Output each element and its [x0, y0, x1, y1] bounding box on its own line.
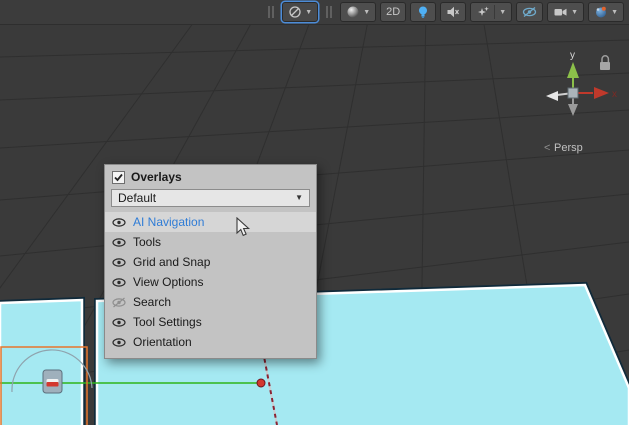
gizmo-y-axis-cone [567, 62, 579, 78]
projection-text: Persp [554, 142, 583, 154]
overlay-item-label: Tool Settings [133, 315, 202, 329]
scene-view-toolbar: ▼ ▼ 2D [0, 0, 629, 25]
shaded-sphere-icon [346, 5, 360, 19]
overlay-preset-value: Default [118, 191, 156, 205]
gizmo-center-cube [568, 88, 578, 98]
lighting-toggle-button[interactable] [410, 2, 436, 22]
overlay-item-label: Grid and Snap [133, 255, 210, 269]
2d-toggle-button[interactable]: 2D [380, 2, 406, 22]
chevron-down-icon: ▼ [295, 194, 303, 202]
overlay-item-ai-navigation[interactable]: AI Navigation [105, 212, 316, 232]
gizmo-orb-icon [594, 5, 608, 19]
gizmo-y-label: y [570, 50, 575, 61]
button-divider [494, 5, 495, 19]
unity-scene-view: y x < Persp ▼ [0, 0, 629, 425]
overlay-item-view-options[interactable]: View Options [105, 272, 316, 292]
overlay-item-grid-and-snap[interactable]: Grid and Snap [105, 252, 316, 272]
overlays-menu-title: Overlays [131, 170, 182, 184]
overlays-popup-menu: Overlays Default ▼ AI Navigation Tools [104, 164, 317, 359]
eye-visible-icon [112, 317, 126, 328]
overlay-item-tools[interactable]: Tools [105, 232, 316, 252]
eye-crossed-icon [522, 5, 537, 19]
eye-hidden-icon [112, 297, 126, 308]
overlay-compass-icon [288, 5, 302, 19]
gizmo-left-cone [546, 91, 558, 101]
fx-sparkle-icon [476, 5, 490, 19]
projection-label[interactable]: < Persp [544, 142, 583, 154]
toolbar-drag-handle[interactable] [268, 6, 274, 18]
speaker-muted-icon [446, 5, 460, 19]
light-bulb-icon [416, 5, 430, 19]
mouse-cursor [236, 217, 252, 238]
overlay-item-tool-settings[interactable]: Tool Settings [105, 312, 316, 332]
eye-visible-icon [112, 217, 126, 228]
chevron-down-icon: ▼ [499, 9, 506, 16]
audio-toggle-button[interactable] [440, 2, 466, 22]
draw-mode-dropdown-button[interactable]: ▼ [340, 2, 376, 22]
waypoint-dot[interactable] [257, 379, 265, 387]
overlay-item-label: Tools [133, 235, 161, 249]
gizmo-x-label: x [612, 89, 617, 100]
2d-toggle-label: 2D [386, 6, 400, 18]
object-gizmo-icon[interactable] [43, 370, 62, 393]
overlay-item-label: Search [133, 295, 171, 309]
projection-arrow: < [544, 142, 550, 154]
gizmo-x-axis-cone [594, 87, 609, 99]
orientation-gizmo[interactable]: y x [546, 50, 617, 116]
eye-visible-icon [112, 337, 126, 348]
overlay-item-label: View Options [133, 275, 203, 289]
room-left[interactable] [0, 300, 82, 425]
camera-icon [553, 5, 568, 19]
gizmo-down-cone [568, 104, 578, 116]
overlay-preset-dropdown[interactable]: Default ▼ [111, 189, 310, 207]
overlays-enabled-checkbox[interactable] [112, 171, 125, 184]
chevron-down-icon: ▼ [363, 9, 370, 16]
effects-dropdown-button[interactable]: ▼ [470, 2, 512, 22]
eye-visible-icon [112, 277, 126, 288]
overlay-item-label: AI Navigation [133, 215, 204, 229]
scene-visibility-button[interactable] [516, 2, 543, 22]
toolbar-drag-handle[interactable] [326, 6, 332, 18]
checkmark-icon [113, 172, 124, 183]
eye-visible-icon [112, 237, 126, 248]
chevron-down-icon: ▼ [305, 9, 312, 16]
eye-visible-icon [112, 257, 126, 268]
overlays-menu-button[interactable]: ▼ [282, 2, 318, 22]
lock-icon[interactable] [600, 56, 610, 70]
chevron-down-icon: ▼ [571, 9, 578, 16]
chevron-down-icon: ▼ [611, 9, 618, 16]
gizmos-dropdown-button[interactable]: ▼ [588, 2, 624, 22]
overlay-item-label: Orientation [133, 335, 192, 349]
overlays-menu-header: Overlays [105, 165, 316, 188]
camera-dropdown-button[interactable]: ▼ [547, 2, 584, 22]
overlay-item-orientation[interactable]: Orientation [105, 332, 316, 352]
overlay-item-search[interactable]: Search [105, 292, 316, 312]
